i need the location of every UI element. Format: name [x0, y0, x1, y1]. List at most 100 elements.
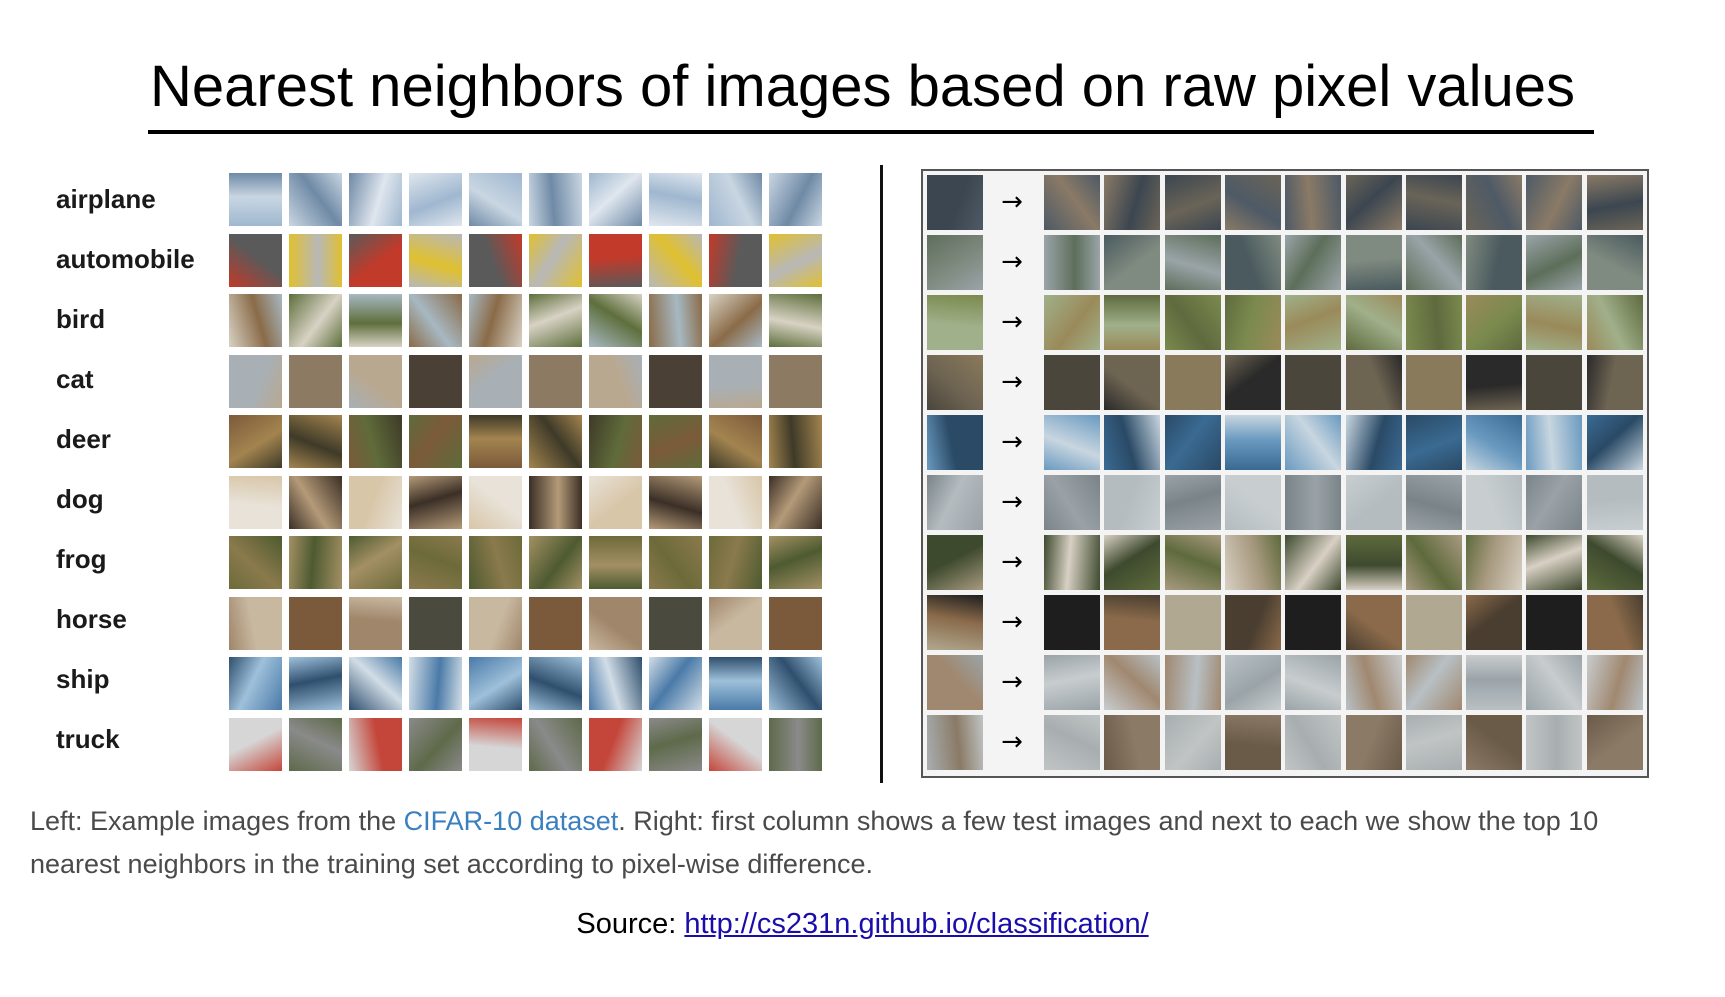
nearest-neighbor-image	[1586, 175, 1643, 230]
cifar10-sample-image	[349, 717, 402, 771]
nearest-neighbor-image	[1104, 655, 1161, 710]
nearest-neighbor-image	[1466, 295, 1523, 350]
test-image	[927, 175, 983, 230]
cifar10-sample-image	[469, 536, 522, 589]
right-arrow-icon: →	[1001, 547, 1023, 577]
cifar10-sample-image	[289, 294, 342, 347]
cifar10-sample-image	[229, 233, 282, 287]
figure-caption: Left: Example images from the CIFAR-10 d…	[30, 800, 1680, 886]
nearest-neighbor-image	[1586, 595, 1643, 650]
cifar10-sample-image	[769, 354, 822, 408]
cifar10-sample-image	[349, 415, 402, 468]
nearest-neighbor-image	[1345, 475, 1402, 530]
cifar10-sample-image	[709, 657, 762, 710]
cifar10-sample-image	[409, 657, 462, 710]
nearest-neighbor-image	[1345, 715, 1402, 770]
cifar10-sample-image	[709, 233, 762, 287]
cifar10-sample-image	[349, 173, 402, 226]
nearest-neighbor-image	[1526, 235, 1583, 290]
cifar10-sample-image	[349, 536, 402, 589]
class-label-bird: bird	[56, 304, 106, 334]
nearest-neighbor-image	[1405, 715, 1462, 770]
nearest-neighbor-image	[1164, 415, 1221, 470]
nearest-neighbor-image	[1044, 715, 1100, 770]
nearest-neighbor-image	[1044, 175, 1100, 230]
right-arrow-icon: →	[1001, 247, 1023, 277]
nearest-neighbor-image	[1586, 415, 1643, 470]
nearest-neighbor-image	[1104, 355, 1161, 410]
cifar10-sample-image	[409, 717, 462, 771]
cifar10-sample-image	[289, 475, 342, 529]
right-arrow-icon: →	[1001, 727, 1023, 757]
cifar10-dataset-link[interactable]: CIFAR-10 dataset	[404, 806, 619, 836]
cifar10-sample-image	[529, 415, 582, 468]
nearest-neighbor-image	[1044, 235, 1100, 290]
panel-divider	[880, 165, 883, 783]
cifar10-sample-image	[649, 233, 702, 287]
cifar10-sample-image	[709, 596, 762, 650]
cifar10-sample-image	[469, 173, 522, 226]
cifar10-sample-image	[469, 354, 522, 408]
nearest-neighbor-image	[1104, 475, 1161, 530]
test-image	[927, 655, 983, 710]
test-image	[927, 295, 983, 350]
cifar10-sample-image	[229, 415, 282, 468]
test-image	[927, 415, 983, 470]
class-label-truck: truck	[56, 724, 120, 754]
nearest-neighbor-image	[1345, 535, 1402, 590]
cifar10-sample-image	[289, 717, 342, 771]
nearest-neighbor-image	[1586, 655, 1643, 710]
cifar10-sample-image	[769, 475, 822, 529]
nearest-neighbor-image	[1526, 355, 1583, 410]
nearest-neighbor-image	[1224, 535, 1281, 590]
nearest-neighbor-image	[1044, 655, 1100, 710]
class-label-horse: horse	[56, 604, 127, 634]
cifar10-sample-image	[649, 354, 702, 408]
nearest-neighbor-image	[1586, 235, 1643, 290]
nearest-neighbor-image	[1345, 175, 1402, 230]
nearest-neighbor-image	[1405, 475, 1462, 530]
nearest-neighbor-image	[1104, 295, 1161, 350]
cifar10-sample-image	[229, 596, 282, 650]
cifar10-sample-image	[229, 173, 282, 226]
nearest-neighbor-image	[1345, 355, 1402, 410]
cifar10-sample-image	[529, 294, 582, 347]
source-label: Source:	[576, 908, 685, 940]
nearest-neighbor-image	[1285, 655, 1342, 710]
cifar10-sample-image	[469, 415, 522, 468]
cifar10-sample-image	[409, 173, 462, 226]
cifar10-sample-image	[769, 173, 822, 226]
nearest-neighbor-image	[1526, 595, 1583, 650]
cifar10-sample-image	[769, 657, 822, 710]
nearest-neighbor-image	[1044, 355, 1100, 410]
source-link[interactable]: http://cs231n.github.io/classification/	[684, 908, 1148, 940]
cifar10-example-grid	[229, 173, 829, 775]
class-label-automobile: automobile	[56, 244, 195, 274]
cifar10-sample-image	[709, 173, 762, 226]
nearest-neighbor-image	[1586, 535, 1643, 590]
nearest-neighbor-image	[1104, 715, 1161, 770]
class-label-cat: cat	[56, 364, 94, 394]
test-image	[927, 235, 983, 290]
cifar10-sample-image	[409, 475, 462, 529]
nearest-neighbor-image	[1345, 655, 1402, 710]
cifar10-sample-image	[709, 475, 762, 529]
cifar10-sample-image	[529, 717, 582, 771]
nearest-neighbor-image	[1345, 595, 1402, 650]
right-arrow-icon: →	[1001, 667, 1023, 697]
cifar10-sample-image	[349, 596, 402, 650]
nearest-neighbor-image	[1285, 235, 1342, 290]
nearest-neighbor-image	[1224, 655, 1281, 710]
nearest-neighbor-image	[1345, 295, 1402, 350]
nearest-neighbor-image	[1405, 175, 1462, 230]
nearest-neighbor-image	[1285, 535, 1342, 590]
cifar10-sample-image	[529, 173, 582, 226]
class-label-ship: ship	[56, 664, 110, 694]
nearest-neighbor-image	[1285, 175, 1342, 230]
test-image	[927, 715, 983, 770]
cifar10-sample-image	[289, 596, 342, 650]
title-underline	[148, 130, 1594, 134]
cifar10-sample-image	[649, 415, 702, 468]
nearest-neighbor-image	[1164, 235, 1221, 290]
cifar10-sample-image	[229, 536, 282, 589]
